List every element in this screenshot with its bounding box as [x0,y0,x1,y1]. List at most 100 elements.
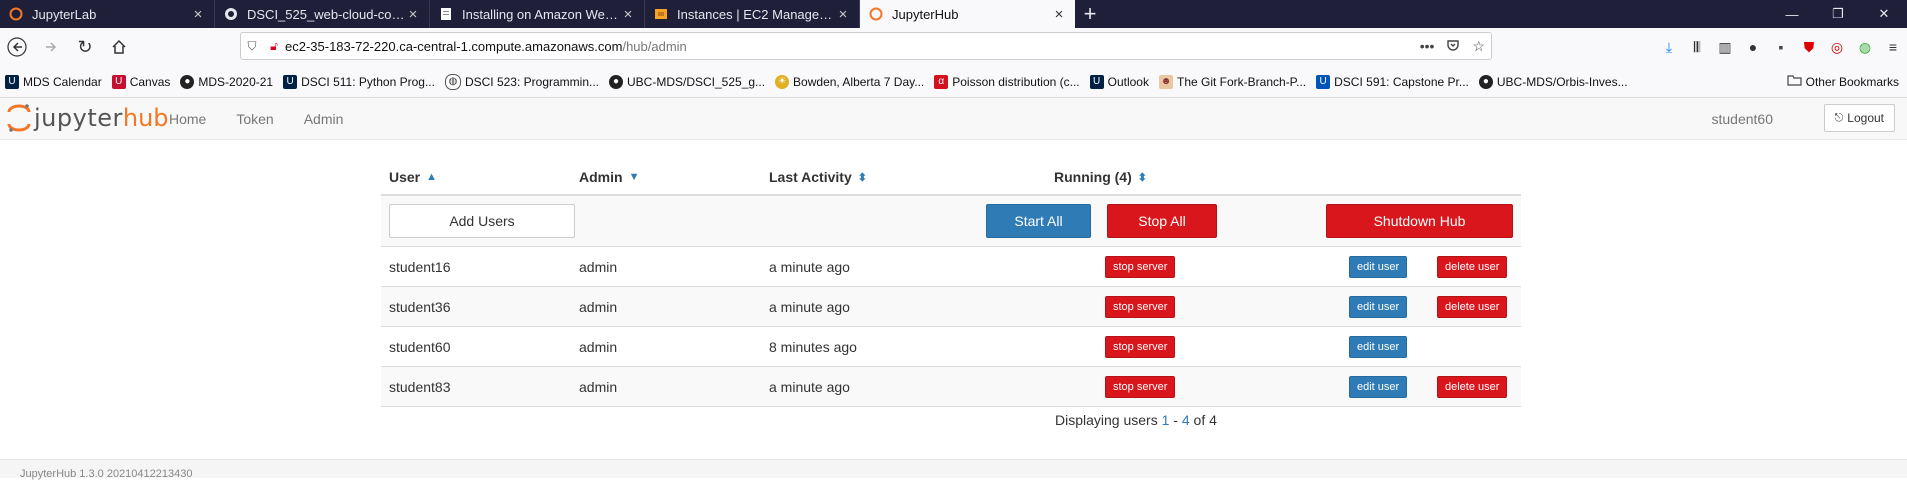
table-row: student83 admin a minute ago stop server… [381,367,1521,407]
github-icon [223,6,239,22]
download-icon[interactable]: ⤓ [1655,33,1683,61]
close-icon[interactable]: × [835,6,851,23]
tab-aws-docs[interactable]: Installing on Amazon Web Serv × [430,0,645,28]
github-icon: ● [1478,74,1493,89]
nav-token[interactable]: Token [221,111,288,127]
bookmark-item[interactable]: U Canvas [107,74,176,89]
extension-icon[interactable]: ▪ [1767,33,1795,61]
aws-icon [653,6,669,22]
header-admin[interactable]: Admin ▼ [579,169,639,185]
other-bookmarks[interactable]: Other Bookmarks [1787,66,1899,97]
bookmark-label: MDS-2020-21 [198,74,274,89]
bookmark-label: UBC-MDS/Orbis-Inves... [1496,74,1628,89]
shutdown-hub-button[interactable]: Shutdown Hub [1326,204,1513,238]
edit-user-button[interactable]: edit user [1349,296,1408,318]
extension-icon[interactable]: ◎ [1823,33,1851,61]
nav-admin[interactable]: Admin [289,111,359,127]
edit-user-button[interactable]: edit user [1349,376,1408,398]
ubc-icon: U [1316,74,1331,89]
window-controls: — ❐ ✕ [1769,0,1907,28]
bookmark-label: UBC-MDS/DSCI_525_g... [627,74,766,89]
header-label: User [389,169,421,185]
header-running[interactable]: Running (4) ⬍ [1054,169,1147,185]
avatar-icon: ☻ [1158,74,1173,89]
close-icon[interactable]: × [190,6,206,23]
account-icon[interactable]: ● [1739,33,1767,61]
reload-icon[interactable]: ↻ [68,32,102,62]
ublock-icon[interactable]: ⛊ [1795,33,1823,61]
header-last-activity[interactable]: Last Activity ⬍ [769,169,867,185]
stop-server-button[interactable]: stop server [1105,376,1176,398]
stop-server-button[interactable]: stop server [1105,336,1176,358]
jupyterhub-logo[interactable]: jupyter hub [7,103,169,133]
jupyter-icon [868,6,884,22]
close-window-icon[interactable]: ✕ [1861,0,1907,28]
pagination-prefix: Displaying users [1055,412,1162,428]
nav-home[interactable]: Home [154,111,221,127]
bookmark-item[interactable]: ◍ DSCI 523: Programmin... [440,73,604,90]
menu-icon[interactable]: ≡ [1879,33,1907,61]
tab-title: JupyterHub [892,6,959,22]
close-icon[interactable]: × [1051,6,1067,23]
restore-icon[interactable]: ❐ [1815,0,1861,28]
stop-server-button[interactable]: stop server [1105,296,1176,318]
logout-button[interactable]: ⎋ Logout [1823,104,1895,132]
bookmark-item[interactable]: ● MDS-2020-21 [175,74,278,89]
bookmark-star-icon[interactable]: ☆ [1472,38,1485,55]
admin-users-table: User ▲ Admin ▼ Last Activity ⬍ Running (… [381,160,1521,407]
delete-user-button[interactable]: delete user [1437,296,1508,318]
bookmark-item[interactable]: U DSCI 511: Python Prog... [278,74,440,89]
tab-jupyterhub[interactable]: JupyterHub × [860,0,1075,28]
page-actions-icon[interactable]: ••• [1420,38,1435,54]
bookmark-label: The Git Fork-Branch-P... [1176,74,1307,89]
table-header-row: User ▲ Admin ▼ Last Activity ⬍ Running (… [381,160,1521,196]
sign-out-icon: ⎋ [1834,111,1844,124]
bookmark-item[interactable]: U DSCI 591: Capstone Pr... [1311,74,1474,89]
new-tab-icon[interactable]: + [1075,0,1105,28]
tab-jupyterlab[interactable]: JupyterLab × [0,0,215,28]
tab-ec2[interactable]: Instances | EC2 Management C × [645,0,860,28]
forward-icon[interactable] [34,32,68,62]
home-icon[interactable] [102,32,136,62]
browser-tab-strip: JupyterLab × DSCI_525_web-cloud-comp_stu… [0,0,1907,28]
button-label: Shutdown Hub [1373,213,1466,229]
bookmark-label: MDS Calendar [23,74,102,89]
shield-icon[interactable]: ⛉ [241,39,263,54]
weather-icon: ☀ [775,74,790,89]
delete-user-button[interactable]: delete user [1437,376,1508,398]
back-icon[interactable] [0,32,34,62]
pagination-total: of 4 [1189,412,1217,428]
stop-all-button[interactable]: Stop All [1107,204,1217,238]
add-users-button[interactable]: Add Users [389,204,575,238]
start-all-button[interactable]: Start All [986,204,1091,238]
bookmark-label: Bowden, Alberta 7 Day... [793,74,925,89]
url-bar[interactable]: ⛉ 🔓︎ ec2-35-183-72-220.ca-central-1.comp… [240,32,1492,60]
bookmark-item[interactable]: ● UBC-MDS/Orbis-Inves... [1474,74,1633,89]
table-row: student36 admin a minute ago stop server… [381,287,1521,327]
bookmark-item[interactable]: α Poisson distribution (c... [929,74,1084,89]
edit-user-button[interactable]: edit user [1349,256,1408,278]
url-host: ec2-35-183-72-220.ca-central-1.compute.a… [285,38,623,54]
header-user[interactable]: User ▲ [389,169,437,185]
minimize-icon[interactable]: — [1769,0,1815,28]
stop-server-button[interactable]: stop server [1105,256,1176,278]
close-icon[interactable]: × [405,6,421,23]
table-actions-row: Add Users Start All Stop All Shutdown Hu… [381,196,1521,247]
library-icon[interactable]: 𝄃𝄃 [1683,33,1711,61]
bookmark-label: Outlook [1107,74,1149,89]
button-label: edit user [1357,261,1400,273]
tab-github[interactable]: DSCI_525_web-cloud-comp_stu × [215,0,430,28]
bookmark-item[interactable]: U Outlook [1085,74,1154,89]
bookmark-item[interactable]: ☀ Bowden, Alberta 7 Day... [770,74,929,89]
pagination-end[interactable]: 4 [1182,412,1190,428]
insecure-lock-icon[interactable]: 🔓︎ [263,39,285,54]
bookmark-item[interactable]: ☻ The Git Fork-Branch-P... [1154,74,1311,89]
sidebar-icon[interactable]: ▥ [1711,33,1739,61]
delete-user-button[interactable]: delete user [1437,256,1508,278]
pocket-icon[interactable] [1446,38,1460,55]
bookmark-item[interactable]: U MDS Calendar [0,74,107,89]
extension-icon[interactable]: ◍ [1851,33,1879,61]
edit-user-button[interactable]: edit user [1349,336,1408,358]
close-icon[interactable]: × [620,6,636,23]
bookmark-item[interactable]: ● UBC-MDS/DSCI_525_g... [604,74,770,89]
